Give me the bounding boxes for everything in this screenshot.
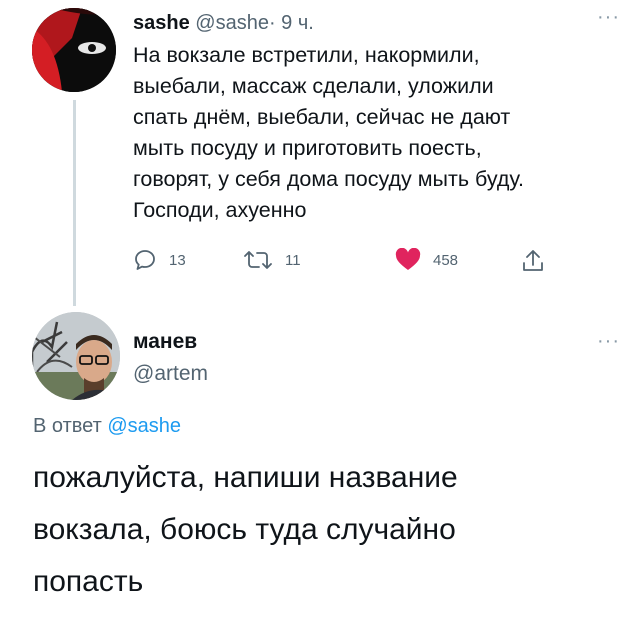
reply-tweet: манев @artem ··· В ответ @sashe пожалуйс… (0, 310, 640, 633)
reply-context: В ответ @sashe (33, 415, 181, 438)
avatar[interactable] (32, 8, 116, 92)
reply-button[interactable]: 13 (133, 248, 186, 272)
avatar-image (32, 8, 116, 92)
reply-avatar[interactable] (32, 312, 120, 400)
reply-more-options-button[interactable]: ··· (597, 330, 620, 353)
reply-icon (135, 250, 155, 270)
more-options-button[interactable]: ··· (597, 6, 620, 29)
heart-icon (395, 248, 421, 270)
like-button[interactable]: 458 (395, 248, 458, 272)
reply-author-handle[interactable]: @artem (133, 362, 208, 386)
share-icon (523, 250, 543, 271)
original-tweet: sashe @sashe· 9 ч. ··· На вокзале встрет… (0, 0, 640, 310)
reply-mention-link[interactable]: @sashe (107, 415, 181, 437)
retweet-button[interactable]: 11 (243, 248, 301, 272)
author-handle[interactable]: @sashe (195, 12, 269, 34)
reply-author-name[interactable]: манев (133, 330, 197, 354)
like-count: 458 (433, 251, 459, 269)
tweet-time[interactable]: · 9 ч. (269, 12, 314, 34)
reply-prefix: В ответ (33, 415, 102, 437)
tweet-actions: 13 11 458 (133, 248, 563, 278)
share-button[interactable] (521, 248, 545, 274)
retweet-icon (244, 251, 272, 269)
tweet-text: На вокзале встретили, накормили, выебали… (133, 43, 524, 222)
reply-avatar-image (32, 312, 120, 400)
author-name[interactable]: sashe (133, 12, 190, 34)
reply-count: 13 (169, 251, 186, 269)
retweet-count: 11 (285, 251, 301, 269)
reply-text: пожалуйста, напиши название вокзала, бою… (33, 461, 458, 598)
tweet-header: sashe @sashe· 9 ч. (133, 10, 314, 36)
thread-line (73, 100, 76, 306)
